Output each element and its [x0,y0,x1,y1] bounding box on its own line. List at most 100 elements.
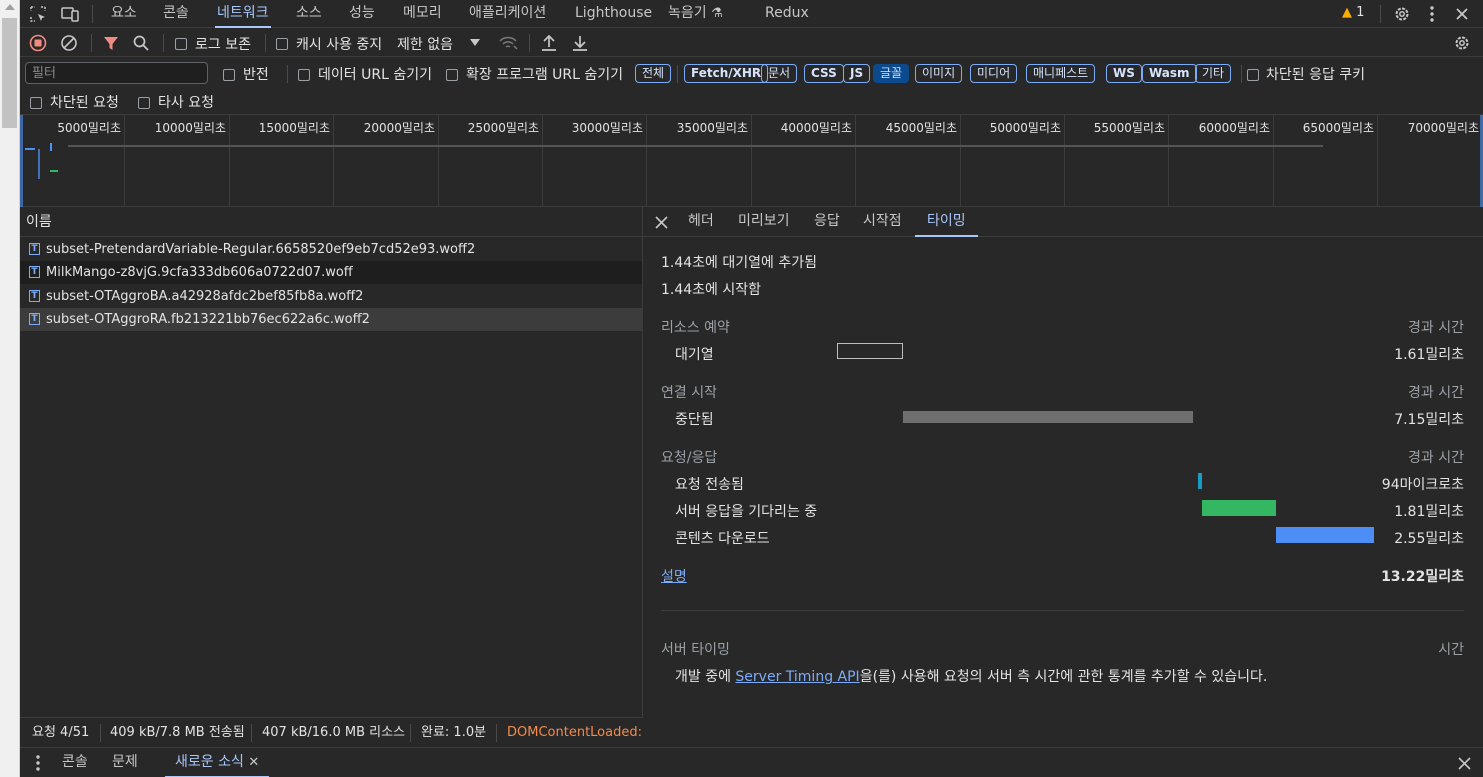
type-filter-document[interactable]: 문서 [761,64,798,83]
overview-left-handle[interactable] [20,115,23,207]
type-filter-font[interactable]: 글꼴 [873,64,910,83]
request-name: subset-OTAggroBA.a42928afdc2bef85fb8a.wo… [46,289,364,304]
flask-icon: ⚗ [711,6,723,21]
tab-performance[interactable]: 성능 [347,0,377,28]
import-har-icon[interactable] [540,33,558,53]
timing-value-stalled: 7.15밀리초 [1394,412,1464,428]
section-divider [661,610,1464,611]
tab-recorder[interactable]: 녹음기 ⚗ [666,0,725,28]
server-timing-text-before: 개발 중에 [675,669,736,685]
request-row[interactable]: T subset-PretendardVariable-Regular.6658… [20,238,642,261]
overview-tick-label: 10000밀리초 [154,121,226,135]
overview-tick-label: 50000밀리초 [989,121,1061,135]
tab-redux[interactable]: Redux [763,0,811,28]
preserve-log-checkbox[interactable] [175,36,187,51]
overview-gridline [646,115,647,207]
tab-lighthouse[interactable]: Lighthouse [573,0,654,28]
type-filter-js[interactable]: JS [843,64,871,83]
toolbar-divider [1241,65,1242,83]
type-filter-media[interactable]: 미디어 [970,64,1018,83]
hide-data-urls-checkbox[interactable] [298,67,310,82]
type-filter-css[interactable]: CSS [804,64,844,83]
toolbar-divider [265,34,266,52]
type-filter-wasm[interactable]: Wasm [1142,64,1197,83]
disable-cache-checkbox[interactable] [276,36,288,51]
filter-input[interactable] [25,62,208,84]
tab-console[interactable]: 콘솔 [161,0,191,28]
settings-gear-icon[interactable] [1392,4,1412,24]
status-divider [410,724,411,742]
close-drawer-icon[interactable] [1456,755,1472,771]
device-toolbar-icon[interactable] [60,5,80,23]
vertical-scrollbar[interactable] [0,0,20,777]
overview-gridline [1377,115,1378,207]
timing-bar-waiting-server [1202,500,1276,516]
tab-sources[interactable]: 소스 [294,0,324,28]
record-stop-icon[interactable] [29,34,47,52]
timing-bar-queueing [837,343,903,359]
drawer-tab-issues[interactable]: 문제 [112,748,138,777]
toolbar-divider [287,65,288,83]
clear-icon[interactable] [60,34,78,52]
tab-network[interactable]: 네트워크 [215,0,271,28]
drawer-tab-whats-new[interactable]: 새로운 소식 ✕ [165,748,270,777]
overview-waterfall-line [68,145,1323,147]
export-har-icon[interactable] [571,33,589,53]
request-row[interactable]: T MilkMango-z8vjG.9cfa333db606a0722d07.w… [20,261,642,284]
type-filter-fetch-xhr[interactable]: Fetch/XHR [684,64,769,83]
drawer-tab-whats-new-label: 새로운 소식 [175,754,244,770]
type-filter-image[interactable]: 이미지 [915,64,963,83]
status-transferred: 409 kB/7.8 MB 전송됨 [110,725,245,740]
type-filter-all[interactable]: 전체 [635,64,672,83]
tab-headers[interactable]: 헤더 [688,207,714,237]
tab-initiator[interactable]: 시작점 [863,207,902,237]
server-timing-api-link[interactable]: Server Timing API [735,669,859,685]
timing-label-request-sent: 요청 전송됨 [675,477,744,493]
type-filter-other[interactable]: 기타 [1195,64,1232,83]
chevron-down-icon [470,39,480,46]
request-name: subset-PretendardVariable-Regular.665852… [46,242,476,257]
issues-counter[interactable]: ▲ 1 [1342,5,1364,23]
tab-memory[interactable]: 메모리 [401,0,444,28]
timing-label-stalled: 중단됨 [675,412,714,428]
request-row[interactable]: T subset-OTAggroBA.a42928afdc2bef85fb8a.… [20,285,642,308]
timing-value-waiting-server: 1.81밀리초 [1394,504,1464,520]
scroll-up-arrow-icon[interactable] [5,4,15,10]
close-devtools-icon[interactable] [1452,4,1472,24]
network-settings-gear-icon[interactable] [1452,33,1472,53]
drawer-menu-icon[interactable] [30,755,46,771]
timing-value-request-sent: 94마이크로초 [1381,477,1464,493]
network-conditions-icon[interactable] [498,34,518,52]
overview-gridline [751,115,752,207]
request-row-selected[interactable]: T subset-OTAggroRA.fb213221bb76ec622a6c.… [20,308,642,331]
drawer-tabbar: 콘솔 문제 새로운 소식 ✕ [20,747,1483,777]
filter-bar: 반전 데이터 URL 숨기기 확장 프로그램 URL 숨기기 전체 Fetch/… [20,57,1483,115]
tab-elements[interactable]: 요소 [109,0,139,28]
network-overview-timeline[interactable]: 5000밀리초 10000밀리초 15000밀리초 20000밀리초 25000밀리초 3… [20,115,1483,207]
toolbar-divider [529,34,530,52]
tab-preview[interactable]: 미리보기 [738,207,790,237]
tab-response[interactable]: 응답 [814,207,840,237]
tab-timing[interactable]: 타이밍 [915,207,978,237]
blocked-requests-checkbox[interactable] [30,95,42,110]
third-party-requests-checkbox[interactable] [138,95,150,110]
blocked-response-cookies-checkbox[interactable] [1247,67,1259,82]
section-title-resource-scheduling: 리소스 예약 [661,320,730,336]
hide-extension-urls-checkbox[interactable] [446,67,458,82]
scrollbar-thumb[interactable] [2,18,17,128]
invert-checkbox[interactable] [223,67,235,82]
more-options-icon[interactable] [1424,4,1440,24]
status-request-count: 요청 4/51 [32,725,90,740]
tab-application[interactable]: 애플리케이션 [467,0,548,28]
filter-funnel-icon[interactable] [102,34,120,52]
type-filter-ws[interactable]: WS [1106,64,1142,83]
close-tab-icon[interactable]: ✕ [248,755,259,770]
search-icon[interactable] [132,34,150,52]
type-filter-manifest[interactable]: 매니페스트 [1026,64,1096,83]
overview-gridline [960,115,961,207]
explanation-link[interactable]: 설명 [661,566,687,586]
inspect-element-icon[interactable] [29,5,47,23]
drawer-tab-console[interactable]: 콘솔 [62,748,88,777]
close-detail-icon[interactable] [654,215,668,229]
name-column-header[interactable]: 이름 [20,207,643,237]
